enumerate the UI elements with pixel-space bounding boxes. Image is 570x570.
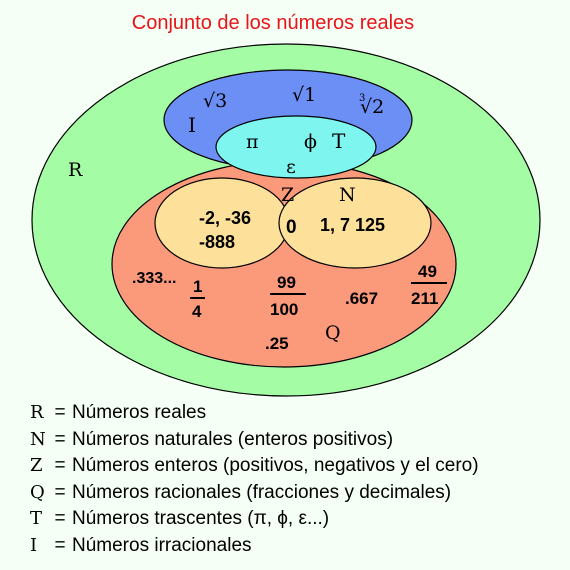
legend-symbol: R bbox=[30, 402, 44, 423]
element-epsilon: ε bbox=[286, 156, 296, 178]
legend-row-rationals: Q = Números racionales (fracciones y decim… bbox=[30, 480, 479, 507]
element-zero: 0 bbox=[286, 217, 297, 238]
element-decimal-667: .667 bbox=[345, 289, 378, 308]
element-negative-integers-line1: -2, -36 bbox=[199, 208, 251, 228]
element-fraction2-denominator: 100 bbox=[270, 300, 298, 319]
element-sqrt1: √1 bbox=[292, 84, 316, 106]
element-repeating-decimal: .333... bbox=[132, 270, 176, 287]
set-label-i: I bbox=[188, 113, 196, 137]
set-label-q: Q bbox=[325, 322, 341, 344]
legend-symbol: T bbox=[30, 508, 43, 529]
set-label-t: T bbox=[332, 129, 346, 153]
legend-text: Números enteros (positivos, negativos y … bbox=[72, 455, 479, 476]
element-fraction1-numerator: 1 bbox=[193, 277, 202, 296]
legend-text: Números trascentes (π, ϕ, ε...) bbox=[72, 508, 330, 529]
legend-text: Números irracionales bbox=[72, 534, 252, 556]
set-label-r: R bbox=[68, 159, 83, 181]
legend-row-integers: Z = Números enteros (positivos, negativos … bbox=[30, 453, 479, 480]
legend-row-irrationals: I = Números irracionales bbox=[30, 533, 479, 560]
element-negative-integers-line2: -888 bbox=[199, 232, 235, 252]
legend-symbol: Q bbox=[30, 481, 45, 503]
legend: R = Números reales N = Números naturales (en… bbox=[30, 400, 479, 559]
element-fraction3-denominator: 211 bbox=[411, 289, 438, 308]
legend-text: Números racionales (fracciones y decimal… bbox=[72, 481, 452, 503]
legend-symbol: N bbox=[30, 428, 46, 450]
element-fraction2-numerator: 99 bbox=[277, 273, 296, 292]
element-decimal-25: .25 bbox=[265, 334, 289, 353]
element-cbrt2: √2 bbox=[360, 96, 384, 118]
element-fraction3-numerator: 49 bbox=[418, 262, 437, 281]
legend-symbol: Z bbox=[30, 455, 43, 476]
legend-text: Números naturales (enteros positivos) bbox=[72, 428, 394, 450]
legend-equals: = bbox=[54, 402, 66, 423]
element-pi: π bbox=[246, 131, 259, 153]
legend-equals: = bbox=[54, 481, 66, 503]
legend-symbol: I bbox=[30, 534, 38, 556]
element-sqrt3: √3 bbox=[203, 90, 227, 112]
legend-equals: = bbox=[54, 508, 66, 529]
legend-text: Números reales bbox=[72, 402, 207, 423]
legend-row-naturals: N = Números naturales (enteros positivos) bbox=[30, 427, 479, 454]
legend-row-reals: R = Números reales bbox=[30, 400, 479, 427]
legend-equals: = bbox=[54, 428, 66, 450]
legend-equals: = bbox=[54, 455, 66, 476]
legend-row-transcendents: T = Números trascentes (π, ϕ, ε...) bbox=[30, 506, 479, 533]
set-label-z: Z bbox=[281, 184, 294, 206]
element-phi: ϕ bbox=[304, 131, 317, 153]
transcendents-set-ellipse bbox=[215, 115, 377, 179]
element-naturals: 1, 7 125 bbox=[320, 215, 385, 235]
set-label-n: N bbox=[339, 184, 356, 206]
legend-equals: = bbox=[54, 534, 66, 556]
element-fraction1-denominator: 4 bbox=[192, 302, 202, 321]
